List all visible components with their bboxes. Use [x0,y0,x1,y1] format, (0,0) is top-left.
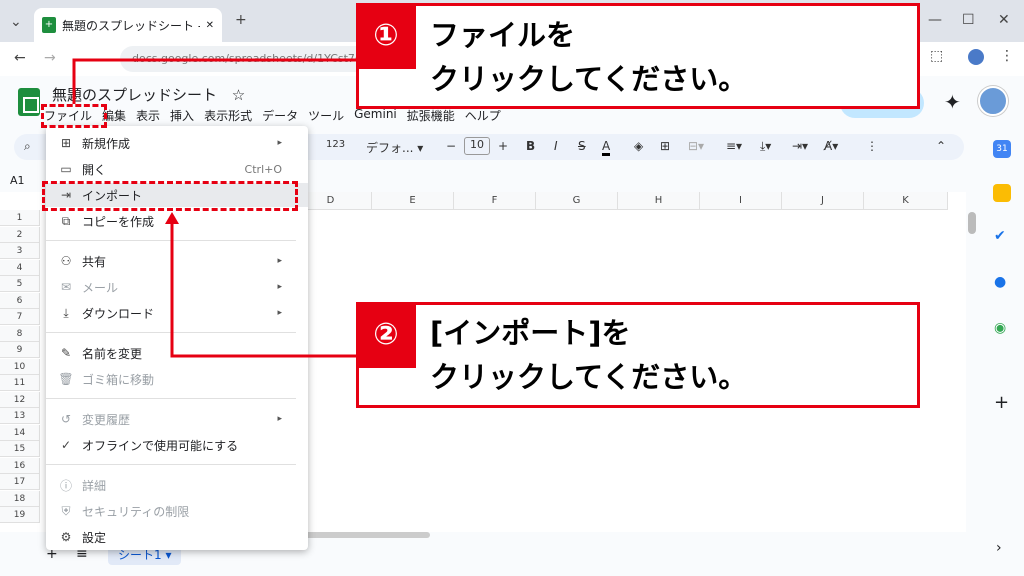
arrow-line-step1 [72,58,356,104]
step2-line2: クリックしてください。 [430,360,748,394]
step1-line2: クリックしてください。 [430,62,748,96]
step1-line1: ファイルを [430,18,576,52]
arrowhead-icon [165,212,179,224]
arrow-line-step2 [170,222,356,358]
step2-badge: ② [356,302,416,368]
step1-badge: ① [356,3,416,69]
step2-line1: [インポート]を [430,316,631,350]
